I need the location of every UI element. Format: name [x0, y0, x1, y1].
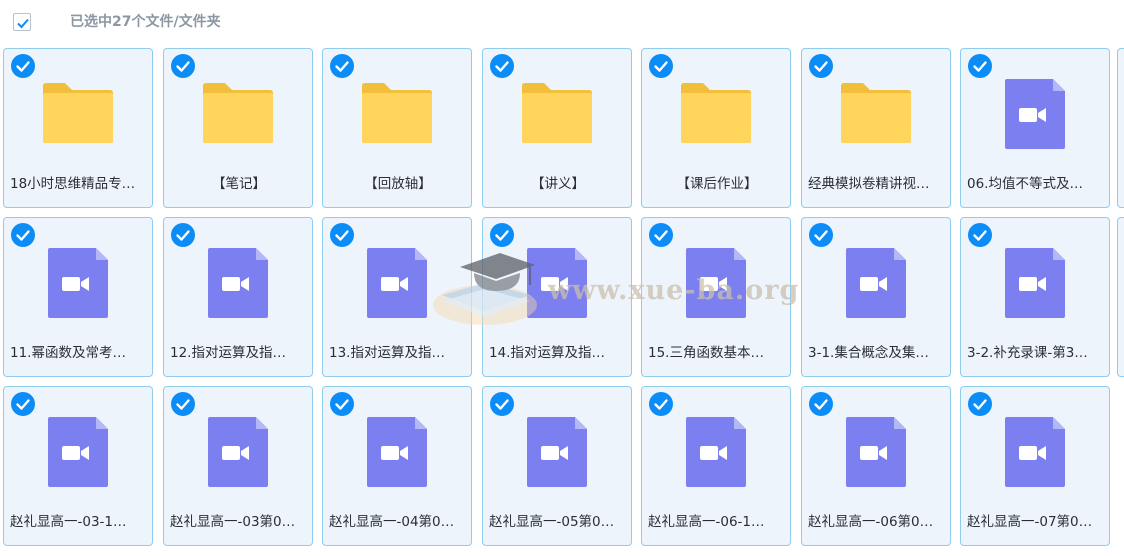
- video-file-icon: [367, 417, 427, 487]
- folder-icon: [681, 83, 751, 143]
- video-file-icon: [527, 417, 587, 487]
- file-name: 18小时思维精品专…: [10, 176, 136, 192]
- folder-icon: [522, 83, 592, 143]
- video-file-icon: [1005, 248, 1065, 318]
- video-file-tile[interactable]: 赵礼显高一-03-1…: [3, 386, 153, 546]
- video-file-icon: [846, 248, 906, 318]
- video-file-tile[interactable]: 赵礼显高一-04第0…: [322, 386, 472, 546]
- file-name: 【回放轴】: [364, 176, 432, 192]
- file-thumbnail: [483, 240, 631, 320]
- folder-tile[interactable]: 经典模拟卷精讲视…: [801, 48, 951, 208]
- scrollbar[interactable]: [1118, 48, 1124, 378]
- file-thumbnail: [483, 71, 631, 151]
- file-name: 【笔记】: [212, 176, 266, 192]
- file-name: 经典模拟卷精讲视…: [808, 176, 930, 192]
- select-all-checkbox[interactable]: [13, 13, 31, 31]
- video-file-tile[interactable]: 赵礼显高一-07第0…: [960, 386, 1110, 546]
- video-file-tile[interactable]: 赵礼显高一-03第0…: [163, 386, 313, 546]
- video-file-tile[interactable]: 3-1.集合概念及集…: [801, 217, 951, 377]
- file-thumbnail: [164, 409, 312, 489]
- video-file-tile[interactable]: 13.指对运算及指…: [322, 217, 472, 377]
- file-thumbnail: [642, 240, 790, 320]
- video-file-icon: [686, 417, 746, 487]
- folder-tile[interactable]: 【笔记】: [163, 48, 313, 208]
- file-grid: 18小时思维精品专… 【笔记】 【回放轴】 【讲义】 【课后作业】 经典模拟卷精讲视… 06…: [3, 48, 1124, 556]
- video-file-icon: [48, 417, 108, 487]
- video-file-tile[interactable]: 赵礼显高一-06第0…: [801, 386, 951, 546]
- file-name: 13.指对运算及指…: [329, 345, 445, 361]
- video-file-icon: [1005, 79, 1065, 149]
- file-name: 06.均值不等式及…: [967, 176, 1083, 192]
- video-file-tile[interactable]: 06.均值不等式及…: [960, 48, 1110, 208]
- folder-icon: [841, 83, 911, 143]
- video-file-icon: [208, 248, 268, 318]
- video-file-tile[interactable]: 15.三角函数基本…: [641, 217, 791, 377]
- video-file-icon: [367, 248, 427, 318]
- file-name: 15.三角函数基本…: [648, 345, 764, 361]
- file-name: 3-1.集合概念及集…: [808, 345, 929, 361]
- file-name: 赵礼显高一-06第0…: [808, 514, 934, 530]
- file-thumbnail: [4, 240, 152, 320]
- folder-tile[interactable]: 【课后作业】: [641, 48, 791, 208]
- file-thumbnail: [961, 409, 1109, 489]
- file-thumbnail: [802, 71, 950, 151]
- video-file-tile[interactable]: 12.指对运算及指…: [163, 217, 313, 377]
- folder-icon: [203, 83, 273, 143]
- file-name: 11.幂函数及常考…: [10, 345, 126, 361]
- file-thumbnail: [164, 71, 312, 151]
- file-thumbnail: [642, 71, 790, 151]
- file-name: 【课后作业】: [676, 176, 758, 192]
- folder-icon: [362, 83, 432, 143]
- file-thumbnail: [323, 240, 471, 320]
- file-thumbnail: [323, 71, 471, 151]
- folder-tile[interactable]: 【回放轴】: [322, 48, 472, 208]
- selection-toolbar: 已选中27个文件/文件夹: [0, 0, 1124, 44]
- video-file-tile[interactable]: 14.指对运算及指…: [482, 217, 632, 377]
- video-file-tile[interactable]: 赵礼显高一-05第0…: [482, 386, 632, 546]
- video-file-icon: [208, 417, 268, 487]
- folder-tile[interactable]: 18小时思维精品专…: [3, 48, 153, 208]
- file-name: 3-2.补充录课-第3…: [967, 345, 1088, 361]
- file-thumbnail: [483, 409, 631, 489]
- file-thumbnail: [961, 71, 1109, 151]
- video-file-tile[interactable]: 3-2.补充录课-第3…: [960, 217, 1110, 377]
- file-name: 赵礼显高一-07第0…: [967, 514, 1093, 530]
- file-thumbnail: [323, 409, 471, 489]
- video-file-icon: [48, 248, 108, 318]
- file-name: 14.指对运算及指…: [489, 345, 605, 361]
- video-file-tile[interactable]: 赵礼显高一-06-1…: [641, 386, 791, 546]
- file-thumbnail: [642, 409, 790, 489]
- video-file-icon: [686, 248, 746, 318]
- file-thumbnail: [164, 240, 312, 320]
- file-name: 赵礼显高一-05第0…: [489, 514, 615, 530]
- video-file-icon: [846, 417, 906, 487]
- video-file-tile[interactable]: 11.幂函数及常考…: [3, 217, 153, 377]
- file-thumbnail: [961, 240, 1109, 320]
- file-name: 赵礼显高一-06-1…: [648, 514, 765, 530]
- file-name: 12.指对运算及指…: [170, 345, 286, 361]
- file-thumbnail: [802, 409, 950, 489]
- file-thumbnail: [4, 409, 152, 489]
- file-name: 赵礼显高一-03第0…: [170, 514, 296, 530]
- selection-count-label: 已选中27个文件/文件夹: [70, 14, 221, 30]
- file-thumbnail: [4, 71, 152, 151]
- video-file-icon: [527, 248, 587, 318]
- checkmark-icon: [17, 18, 29, 29]
- file-name: 【讲义】: [531, 176, 585, 192]
- folder-icon: [43, 83, 113, 143]
- video-file-icon: [1005, 417, 1065, 487]
- file-name: 赵礼显高一-04第0…: [329, 514, 455, 530]
- file-name: 赵礼显高一-03-1…: [10, 514, 127, 530]
- folder-tile[interactable]: 【讲义】: [482, 48, 632, 208]
- file-thumbnail: [802, 240, 950, 320]
